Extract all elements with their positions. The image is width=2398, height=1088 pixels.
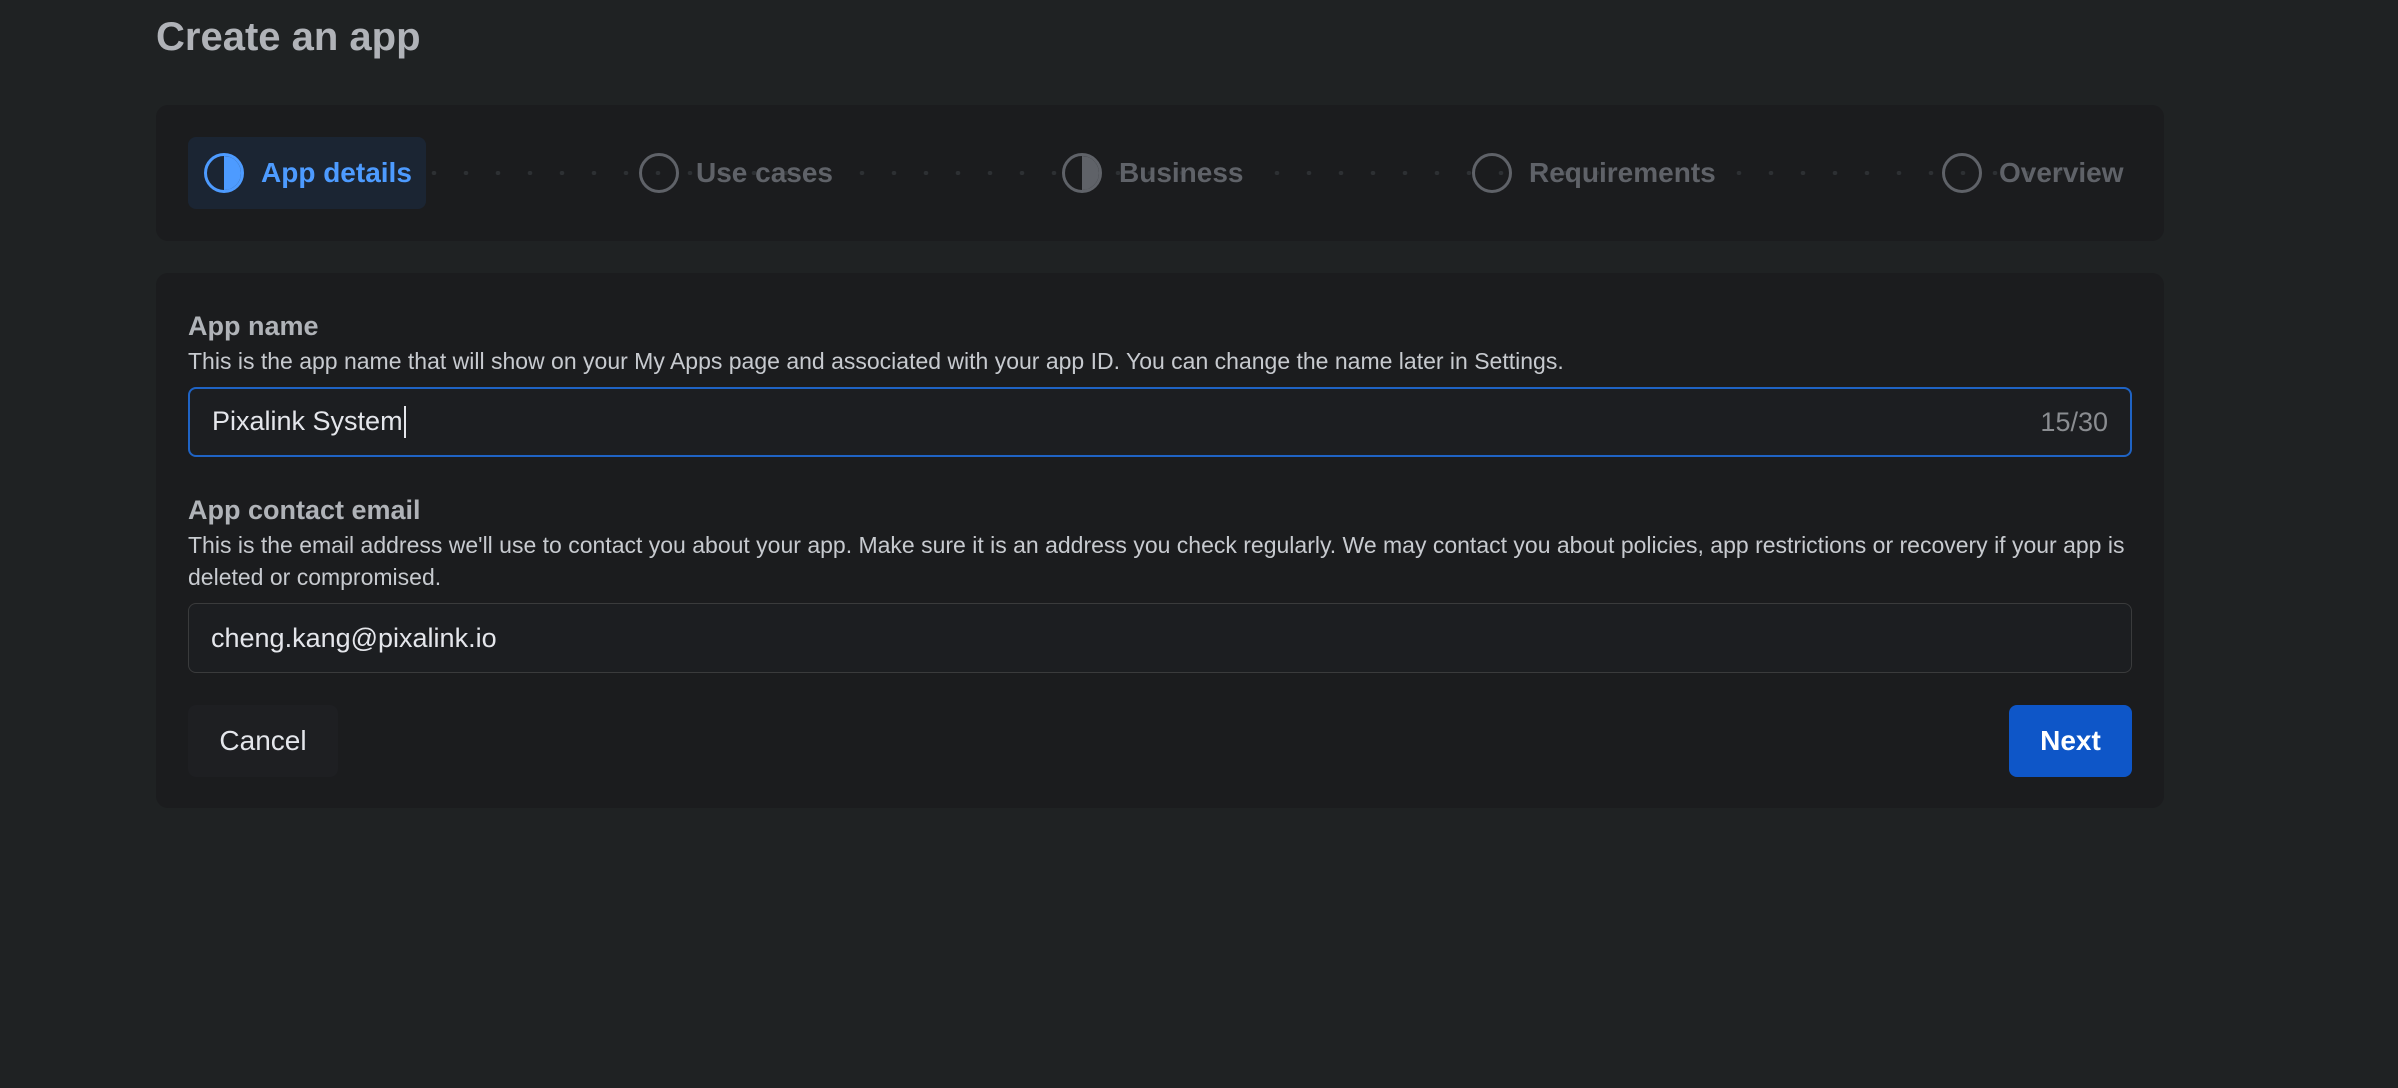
contact-email-help: This is the email address we'll use to c… xyxy=(188,532,2125,590)
step-requirements[interactable]: Requirements xyxy=(1472,137,1716,209)
step-label: Business xyxy=(1119,157,1244,188)
char-counter: 15/30 xyxy=(2040,406,2108,437)
page-title: Create an app xyxy=(156,15,421,59)
half-filled-circle-icon xyxy=(1062,153,1102,193)
step-app-details[interactable]: App details xyxy=(188,137,426,209)
step-use-cases[interactable]: Use cases xyxy=(639,137,833,209)
cancel-button[interactable]: Cancel xyxy=(188,705,338,777)
step-label: Overview xyxy=(1999,157,2124,188)
half-filled-circle-icon xyxy=(204,153,244,193)
step-business[interactable]: Business xyxy=(1062,137,1244,209)
text-caret xyxy=(403,406,406,439)
step-label: App details xyxy=(261,157,412,188)
app-name-input[interactable]: Pixalink System 15/30 xyxy=(188,387,2132,457)
stepper: App details Use cases Business Requireme… xyxy=(156,105,2164,241)
step-label: Requirements xyxy=(1529,157,1716,188)
empty-circle-icon xyxy=(639,153,679,193)
app-name-value: Pixalink System xyxy=(212,405,403,436)
contact-email-value: cheng.kang@pixalink.io xyxy=(211,622,497,653)
next-button[interactable]: Next xyxy=(2009,705,2132,777)
app-name-label: App name xyxy=(188,311,319,341)
create-app-form: App name This is the app name that will … xyxy=(156,273,2164,808)
app-name-help: This is the app name that will show on y… xyxy=(188,348,1564,374)
step-label: Use cases xyxy=(696,157,834,188)
step-overview[interactable]: Overview xyxy=(1942,137,2124,209)
contact-email-input[interactable]: cheng.kang@pixalink.io xyxy=(188,603,2132,673)
empty-circle-icon xyxy=(1472,153,1512,193)
empty-circle-icon xyxy=(1942,153,1982,193)
contact-email-label: App contact email xyxy=(188,495,421,525)
